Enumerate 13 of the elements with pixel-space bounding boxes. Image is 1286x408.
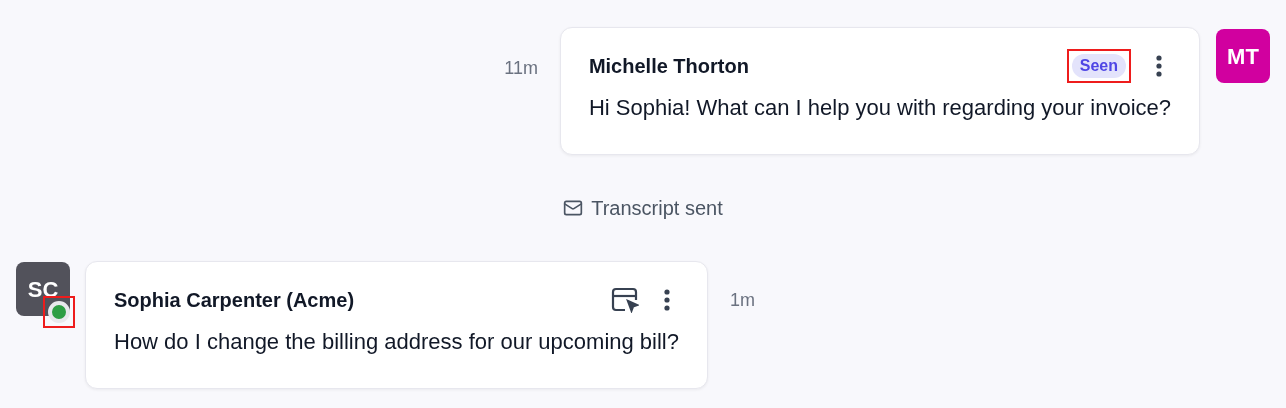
mail-icon — [563, 198, 584, 218]
message-time: 11m — [504, 57, 538, 80]
message-text: How do I change the billing address for our upcoming bill? — [114, 328, 679, 356]
author-name: Sophia Carpenter (Acme) — [114, 288, 355, 313]
event-text: Transcript sent — [591, 196, 723, 221]
avatar: MT — [1216, 29, 1270, 83]
window-cursor-icon[interactable] — [611, 287, 639, 313]
seen-badge: Seen — [1071, 54, 1126, 78]
author-name: Michelle Thorton — [588, 54, 749, 79]
message-time: 1m — [730, 289, 755, 312]
more-icon — [664, 289, 670, 311]
more-icon — [1156, 55, 1162, 77]
message-text: Hi Sophia! What can I help you with regarding your invoice? — [588, 94, 1171, 122]
